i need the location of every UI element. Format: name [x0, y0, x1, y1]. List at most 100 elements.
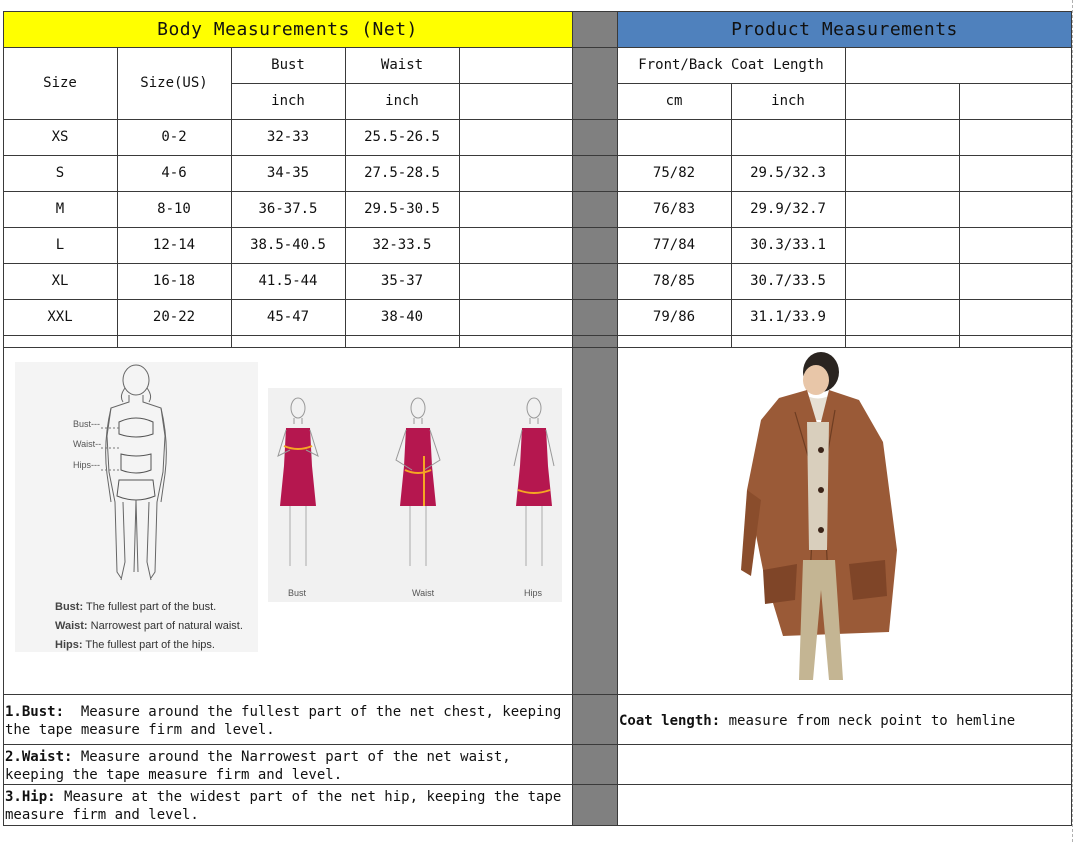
note-hip-term: 3.Hip:	[5, 789, 56, 805]
waist-tag: Waist--	[73, 439, 102, 449]
grid-line	[459, 47, 460, 347]
cell-waist: 35-37	[380, 273, 424, 289]
col-inch: inch	[771, 93, 805, 109]
coat-photo-illustration	[741, 352, 897, 680]
page-edge	[1072, 0, 1073, 842]
divider-column	[572, 11, 617, 826]
cell-inch	[731, 119, 845, 155]
col-cm: cm	[665, 93, 683, 109]
grid-line	[3, 11, 4, 826]
grid-line	[3, 347, 1072, 348]
note-coat-term: Coat length:	[619, 713, 721, 729]
note-waist-text: Measure around the Narrowest part of the…	[5, 749, 511, 783]
legend-bust-text: The fullest part of the bust.	[85, 601, 217, 613]
note-coat-text: measure from neck point to hemline	[728, 713, 1016, 729]
grid-line	[617, 11, 618, 826]
note-waist-term: 2.Waist:	[5, 749, 73, 765]
cell-size-us: 0-2	[161, 129, 187, 145]
grid-line	[3, 11, 1072, 12]
cell-cm: 78/85	[652, 273, 696, 289]
grid-line	[3, 119, 1072, 120]
grid-line	[3, 825, 1072, 826]
grid-line	[3, 155, 1072, 156]
grid-line	[3, 335, 1072, 336]
grid-line	[1071, 11, 1072, 826]
cell-waist: 38-40	[380, 309, 424, 325]
product-measurements-header: Product Measurements	[617, 11, 1072, 47]
cell-inch: 31.1/33.9	[750, 309, 826, 325]
caption-waist: Waist	[412, 588, 435, 598]
bust-tag: Bust---	[73, 419, 100, 429]
note-hip: 3.Hip: Measure at the widest part of the…	[5, 788, 565, 824]
grid-line	[3, 694, 1072, 695]
grid-line	[231, 47, 232, 347]
figure-legend: Bust: The fullest part of the bust. Wais…	[55, 598, 243, 655]
grid-line	[345, 47, 346, 347]
cell-inch: 29.5/32.3	[750, 165, 826, 181]
legend-hips-text: The fullest part of the hips.	[85, 639, 215, 651]
cell-size-us: 8-10	[157, 201, 191, 217]
cell-bust: 45-47	[266, 309, 310, 325]
grid-line	[3, 191, 1072, 192]
cell-bust: 38.5-40.5	[250, 237, 326, 253]
cell-size: XXL	[47, 309, 73, 325]
grid-line	[117, 47, 118, 347]
col-bust: Bust	[271, 57, 305, 73]
cell-inch: 29.9/32.7	[750, 201, 826, 217]
cell-size-us: 16-18	[152, 273, 196, 289]
legend-waist-term: Waist:	[55, 620, 88, 632]
grid-line	[3, 744, 1072, 745]
col-size-us: Size(US)	[140, 75, 208, 91]
cell-cm: 75/82	[652, 165, 696, 181]
cell-cm: 77/84	[652, 237, 696, 253]
cell-cm	[617, 119, 731, 155]
col-waist: Waist	[380, 57, 424, 73]
grid-line	[3, 47, 1072, 48]
body-diagram-panel: Bust--- Waist-- Hips--- Bust: The fulles…	[15, 362, 258, 652]
grid-line	[731, 83, 732, 347]
measure-figures-panel: Bust Waist Hips	[268, 388, 562, 602]
cell-size: S	[55, 165, 65, 181]
grid-line	[572, 11, 573, 826]
note-bust-text: Measure around the fullest part of the n…	[5, 704, 562, 738]
cell-size: XS	[51, 129, 69, 145]
legend-hips-term: Hips:	[55, 639, 83, 651]
col-front-back-length: Front/Back Coat Length	[638, 57, 824, 73]
cell-bust: 36-37.5	[258, 201, 318, 217]
col-waist-unit: inch	[385, 93, 419, 109]
cell-inch: 30.7/33.5	[750, 273, 826, 289]
legend-waist-text: Narrowest part of natural waist.	[90, 620, 243, 632]
cell-waist: 25.5-26.5	[364, 129, 440, 145]
grid-line	[3, 299, 1072, 300]
cell-bust: 32-33	[266, 129, 310, 145]
col-bust-unit: inch	[271, 93, 305, 109]
note-bust: 1.Bust: Measure around the fullest part …	[5, 703, 565, 739]
note-bust-term: 1.Bust:	[5, 704, 65, 720]
cell-cm: 76/83	[652, 201, 696, 217]
cell-size-us: 12-14	[152, 237, 196, 253]
caption-hips: Hips	[524, 588, 543, 598]
cell-cm: 79/86	[652, 309, 696, 325]
grid-line	[3, 263, 1072, 264]
cell-waist: 29.5-30.5	[364, 201, 440, 217]
cell-waist: 27.5-28.5	[364, 165, 440, 181]
hips-tag: Hips---	[73, 460, 100, 470]
cell-size: XL	[51, 273, 69, 289]
note-hip-text: Measure at the widest part of the net hi…	[5, 789, 562, 823]
body-measurements-header: Body Measurements (Net)	[3, 11, 572, 47]
caption-bust: Bust	[288, 588, 307, 598]
cell-size: L	[55, 237, 65, 253]
cell-inch: 30.3/33.1	[750, 237, 826, 253]
cell-size-us: 4-6	[161, 165, 187, 181]
cell-waist: 32-33.5	[372, 237, 432, 253]
note-coat-length: Coat length: measure from neck point to …	[619, 712, 1069, 730]
coat-product-photo	[703, 350, 923, 688]
legend-bust-term: Bust:	[55, 601, 84, 613]
grid-line	[3, 227, 1072, 228]
col-size: Size	[43, 75, 77, 91]
cell-bust: 34-35	[266, 165, 310, 181]
grid-line	[231, 83, 572, 84]
cell-size: M	[55, 201, 65, 217]
grid-line	[3, 784, 1072, 785]
grid-line	[845, 47, 846, 347]
